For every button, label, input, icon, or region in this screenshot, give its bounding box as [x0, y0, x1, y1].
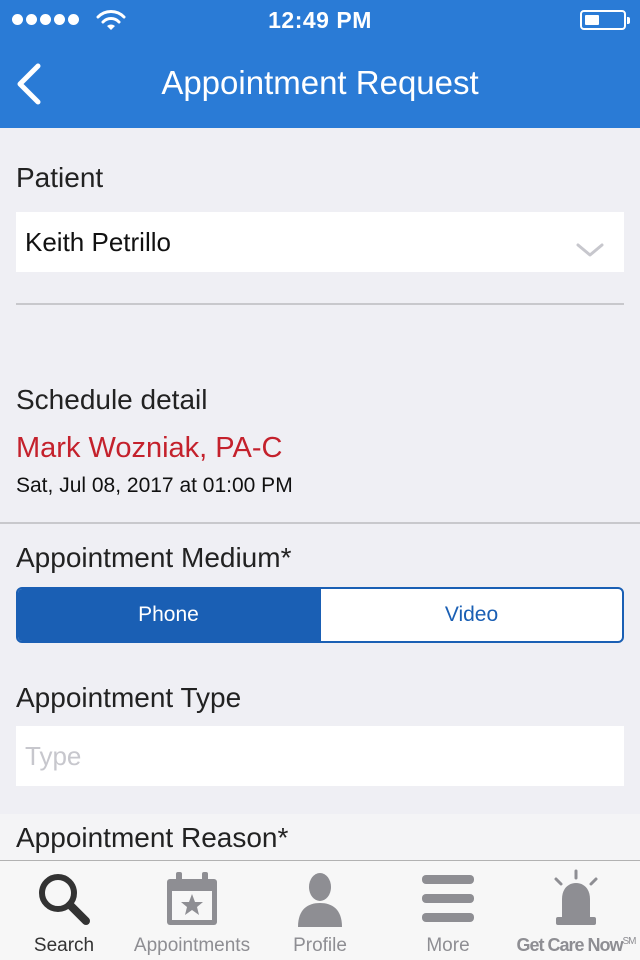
- search-icon: [39, 874, 90, 925]
- medium-option-phone[interactable]: Phone: [18, 589, 319, 641]
- medium-option-video[interactable]: Video: [319, 589, 622, 641]
- tab-search[interactable]: Search: [0, 861, 128, 960]
- appointment-reason-label: Appointment Reason*: [16, 822, 289, 853]
- appointment-medium-segmented-control: Phone Video: [16, 587, 624, 643]
- tab-appointments[interactable]: Appointments: [128, 861, 256, 960]
- calendar-star-icon: [167, 872, 217, 925]
- schedule-detail-label: Schedule detail: [16, 384, 208, 415]
- tab-more[interactable]: More: [384, 861, 512, 960]
- tab-search-label: Search: [33, 935, 95, 956]
- tab-get-care-now[interactable]: Get Care NowSM: [512, 861, 640, 960]
- battery-icon: [580, 10, 630, 30]
- appointment-type-input[interactable]: Type: [16, 726, 624, 786]
- patient-value: Keith Petrillo: [25, 227, 171, 257]
- provider-name: Mark Wozniak, PA-C: [16, 432, 283, 464]
- appointment-form: Patient Keith Petrillo Schedule detail M…: [0, 128, 640, 860]
- patient-label: Patient: [16, 162, 104, 193]
- navigation-bar: Appointment Request: [0, 40, 640, 128]
- page-title: Appointment Request: [161, 64, 479, 101]
- tab-more-label: More: [426, 935, 470, 956]
- service-mark: SM: [622, 936, 637, 947]
- appointment-type-label: Appointment Type: [16, 682, 242, 713]
- appointment-datetime: Sat, Jul 08, 2017 at 01:00 PM: [16, 474, 293, 497]
- tab-appointments-label: Appointments: [133, 935, 251, 956]
- alarm-light-icon: [554, 869, 598, 925]
- status-bar: 12:49 PM: [0, 0, 640, 40]
- menu-icon: [422, 875, 474, 922]
- divider: [16, 303, 624, 305]
- appointment-medium-label: Appointment Medium*: [16, 542, 292, 573]
- person-icon: [298, 873, 342, 927]
- status-time: 12:49 PM: [268, 7, 372, 33]
- tab-profile[interactable]: Profile: [256, 861, 384, 960]
- tab-profile-label: Profile: [293, 935, 347, 956]
- tab-get-care-now-label: Get Care NowSM: [516, 935, 637, 955]
- divider: [0, 522, 640, 524]
- chevron-down-icon: [576, 243, 604, 257]
- appointment-type-placeholder: Type: [25, 741, 82, 771]
- patient-select[interactable]: Keith Petrillo: [16, 212, 624, 272]
- tab-bar: Search Appointments Profile More Get Car…: [0, 860, 640, 960]
